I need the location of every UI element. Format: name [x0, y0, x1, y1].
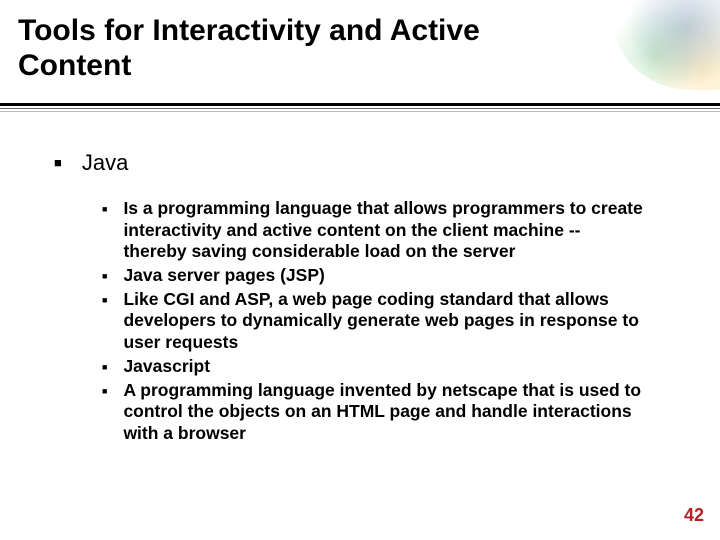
title-underline-heavy — [0, 103, 720, 106]
point-text: Javascript — [123, 356, 210, 378]
bullet-icon: ■ — [102, 296, 107, 305]
point-text: A programming language invented by netsc… — [123, 380, 643, 445]
list-item: ■ Like CGI and ASP, a web page coding st… — [102, 289, 680, 354]
bullet-icon: ■ — [102, 205, 107, 214]
slide-title: Tools for Interactivity and Active Conte… — [18, 14, 590, 83]
bullet-icon: ■ — [54, 156, 62, 169]
point-text: Java server pages (JSP) — [123, 265, 324, 287]
page-number: 42 — [684, 505, 704, 526]
bullet-icon: ■ — [102, 363, 107, 372]
list-item: ■ Javascript — [102, 356, 680, 378]
topic-label: Java — [82, 150, 128, 176]
list-item: ■ Is a programming language that allows … — [102, 198, 680, 263]
list-item: ■ Java — [54, 150, 680, 176]
decorative-corner-graphic — [610, 0, 720, 90]
bullet-icon: ■ — [102, 387, 107, 396]
title-underline-light — [0, 111, 720, 112]
content-area: ■ Java ■ Is a programming language that … — [54, 150, 680, 447]
sub-list: ■ Is a programming language that allows … — [102, 198, 680, 445]
list-item: ■ Java server pages (JSP) — [102, 265, 680, 287]
list-item: ■ A programming language invented by net… — [102, 380, 680, 445]
title-underline-mid — [0, 108, 720, 109]
bullet-icon: ■ — [102, 272, 107, 281]
point-text: Is a programming language that allows pr… — [123, 198, 643, 263]
point-text: Like CGI and ASP, a web page coding stan… — [123, 289, 643, 354]
